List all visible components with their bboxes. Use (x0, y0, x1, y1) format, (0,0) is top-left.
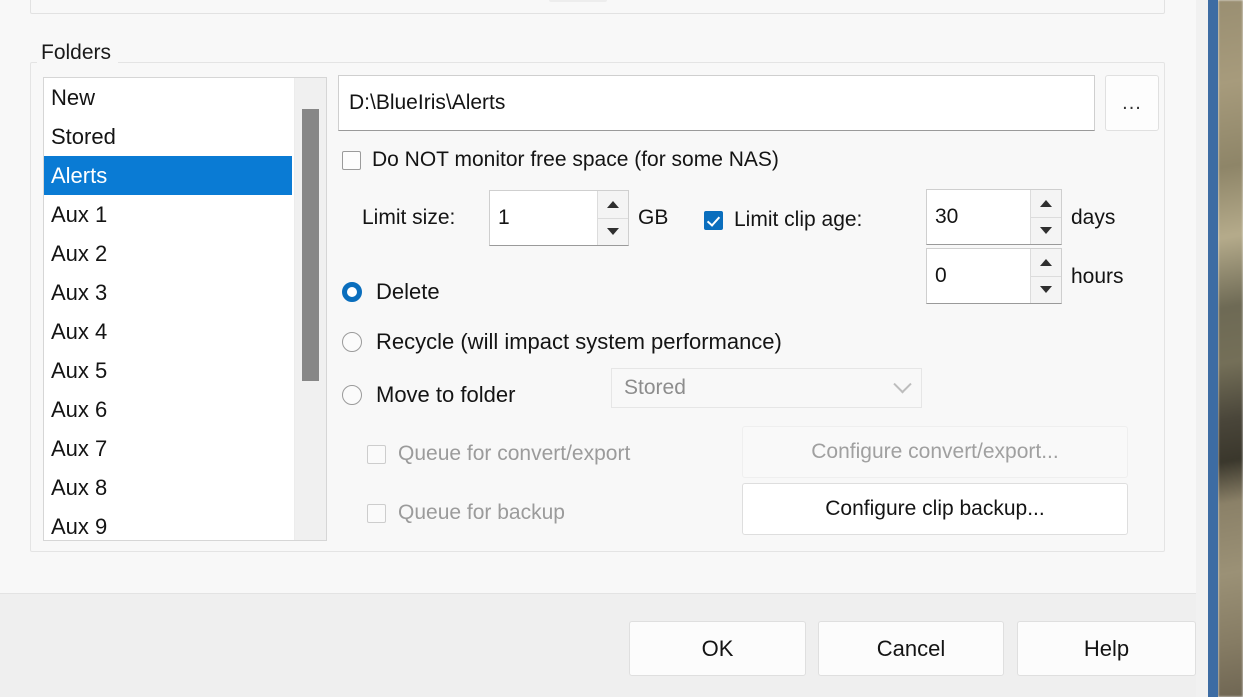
limit-size-increment-button[interactable] (598, 191, 628, 219)
arrow-up-icon (1040, 199, 1052, 207)
configure-convert-export-button[interactable]: Configure convert/export... (742, 426, 1128, 478)
clip-age-hours-unit-label: hours (1071, 265, 1124, 288)
help-button[interactable]: Help (1017, 621, 1196, 676)
folder-list[interactable]: New Stored Alerts Aux 1 Aux 2 Aux 3 Aux 4 Aux 5… (44, 78, 292, 540)
folder-path-row: ... (338, 74, 1159, 132)
arrow-up-icon (607, 200, 619, 208)
disposal-delete-label: Delete (376, 279, 440, 304)
clip-age-days-spin-buttons[interactable] (1030, 190, 1061, 244)
folder-list-item[interactable]: Aux 3 (44, 273, 292, 312)
clip-age-days-decrement-button[interactable] (1031, 217, 1061, 244)
no-monitor-free-space-checkbox[interactable] (342, 150, 361, 170)
disposal-recycle-row[interactable]: Recycle (will impact system performance) (342, 329, 782, 355)
cancel-button[interactable]: Cancel (818, 621, 1004, 676)
limit-size-spin-buttons[interactable] (597, 191, 628, 245)
chevron-down-icon (893, 374, 912, 393)
disposal-move-label: Move to folder (376, 382, 516, 407)
arrow-down-icon (1040, 286, 1052, 294)
folder-settings-pane: ... Do NOT monitor free space (for some … (338, 74, 1159, 544)
disposal-delete-row[interactable]: Delete (342, 279, 440, 305)
queue-backup-row[interactable]: Queue for backup (367, 501, 565, 525)
queue-convert-export-label: Queue for convert/export (398, 442, 631, 465)
arrow-down-icon (607, 228, 619, 236)
queue-convert-export-checkbox[interactable] (367, 444, 386, 464)
folder-list-item[interactable]: Aux 5 (44, 351, 292, 390)
folder-list-item[interactable]: Aux 4 (44, 312, 292, 351)
limit-size-unit-label: GB (638, 206, 669, 229)
disposal-move-radio[interactable] (342, 385, 362, 405)
folder-list-scroll-thumb[interactable] (302, 109, 319, 381)
folder-list-item[interactable]: Aux 2 (44, 234, 292, 273)
configure-clip-backup-button[interactable]: Configure clip backup... (742, 483, 1128, 535)
folder-list-item[interactable]: Aux 8 (44, 468, 292, 507)
dialog-border (1208, 0, 1218, 697)
ok-button[interactable]: OK (629, 621, 806, 676)
clip-age-hours-decrement-button[interactable] (1031, 276, 1061, 303)
clip-age-hours-stepper[interactable] (926, 248, 1062, 304)
queue-convert-export-row[interactable]: Queue for convert/export (367, 442, 630, 466)
disposal-recycle-radio[interactable] (342, 332, 362, 352)
folder-list-item[interactable]: Aux 7 (44, 429, 292, 468)
clip-age-days-stepper[interactable] (926, 189, 1062, 245)
folders-group-label: Folders (37, 39, 119, 67)
limit-size-decrement-button[interactable] (598, 218, 628, 245)
limit-size-input[interactable] (490, 191, 597, 245)
limit-clip-age-checkbox[interactable] (704, 210, 723, 230)
limit-clip-age-label: Limit clip age: (734, 208, 863, 231)
disposal-recycle-label: Recycle (will impact system performance) (376, 329, 782, 354)
browse-folder-button[interactable]: ... (1105, 75, 1159, 131)
clip-age-days-increment-button[interactable] (1031, 190, 1061, 218)
background-video-preview (1218, 0, 1243, 697)
disposal-move-row[interactable]: Move to folder (342, 382, 515, 408)
dialog-edge-gap (1196, 0, 1208, 697)
limit-size-stepper[interactable] (489, 190, 629, 246)
folder-list-item[interactable]: Aux 1 (44, 195, 292, 234)
clip-age-days-unit-label: days (1071, 206, 1116, 229)
clip-age-hours-input[interactable] (927, 249, 1030, 303)
no-monitor-free-space-label: Do NOT monitor free space (for some NAS) (372, 148, 779, 171)
queue-backup-label: Queue for backup (398, 501, 565, 524)
queue-backup-checkbox[interactable] (367, 503, 386, 523)
clip-age-hours-spin-buttons[interactable] (1030, 249, 1061, 303)
clip-age-hours-increment-button[interactable] (1031, 249, 1061, 277)
upper-groupbox-cutoff (30, 0, 1165, 14)
disposal-delete-radio[interactable] (342, 282, 362, 302)
folder-list-scrollbar[interactable] (294, 78, 326, 540)
folder-list-item[interactable]: Aux 6 (44, 390, 292, 429)
upper-control-cutoff (549, 0, 607, 2)
folder-list-item[interactable]: Alerts (44, 156, 292, 195)
limit-clip-age-row[interactable]: Limit clip age: (704, 208, 862, 232)
folder-path-input[interactable] (338, 75, 1095, 131)
no-monitor-free-space-row[interactable]: Do NOT monitor free space (for some NAS) (342, 148, 779, 172)
arrow-down-icon (1040, 227, 1052, 235)
clip-storage-dialog: Folders New Stored Alerts Aux 1 Aux 2 Aux 3 Au… (0, 0, 1196, 697)
move-target-folder-value: Stored (624, 376, 686, 399)
clip-age-days-input[interactable] (927, 190, 1030, 244)
folder-list-item[interactable]: New (44, 78, 292, 117)
folder-listbox[interactable]: New Stored Alerts Aux 1 Aux 2 Aux 3 Aux 4 Aux 5… (43, 77, 327, 541)
dialog-footer: OK Cancel Help (0, 593, 1196, 697)
arrow-up-icon (1040, 258, 1052, 266)
move-target-folder-dropdown[interactable]: Stored (611, 368, 922, 408)
folder-list-item[interactable]: Stored (44, 117, 292, 156)
limit-size-label: Limit size: (362, 206, 456, 229)
folder-list-item[interactable]: Aux 9 (44, 507, 292, 540)
